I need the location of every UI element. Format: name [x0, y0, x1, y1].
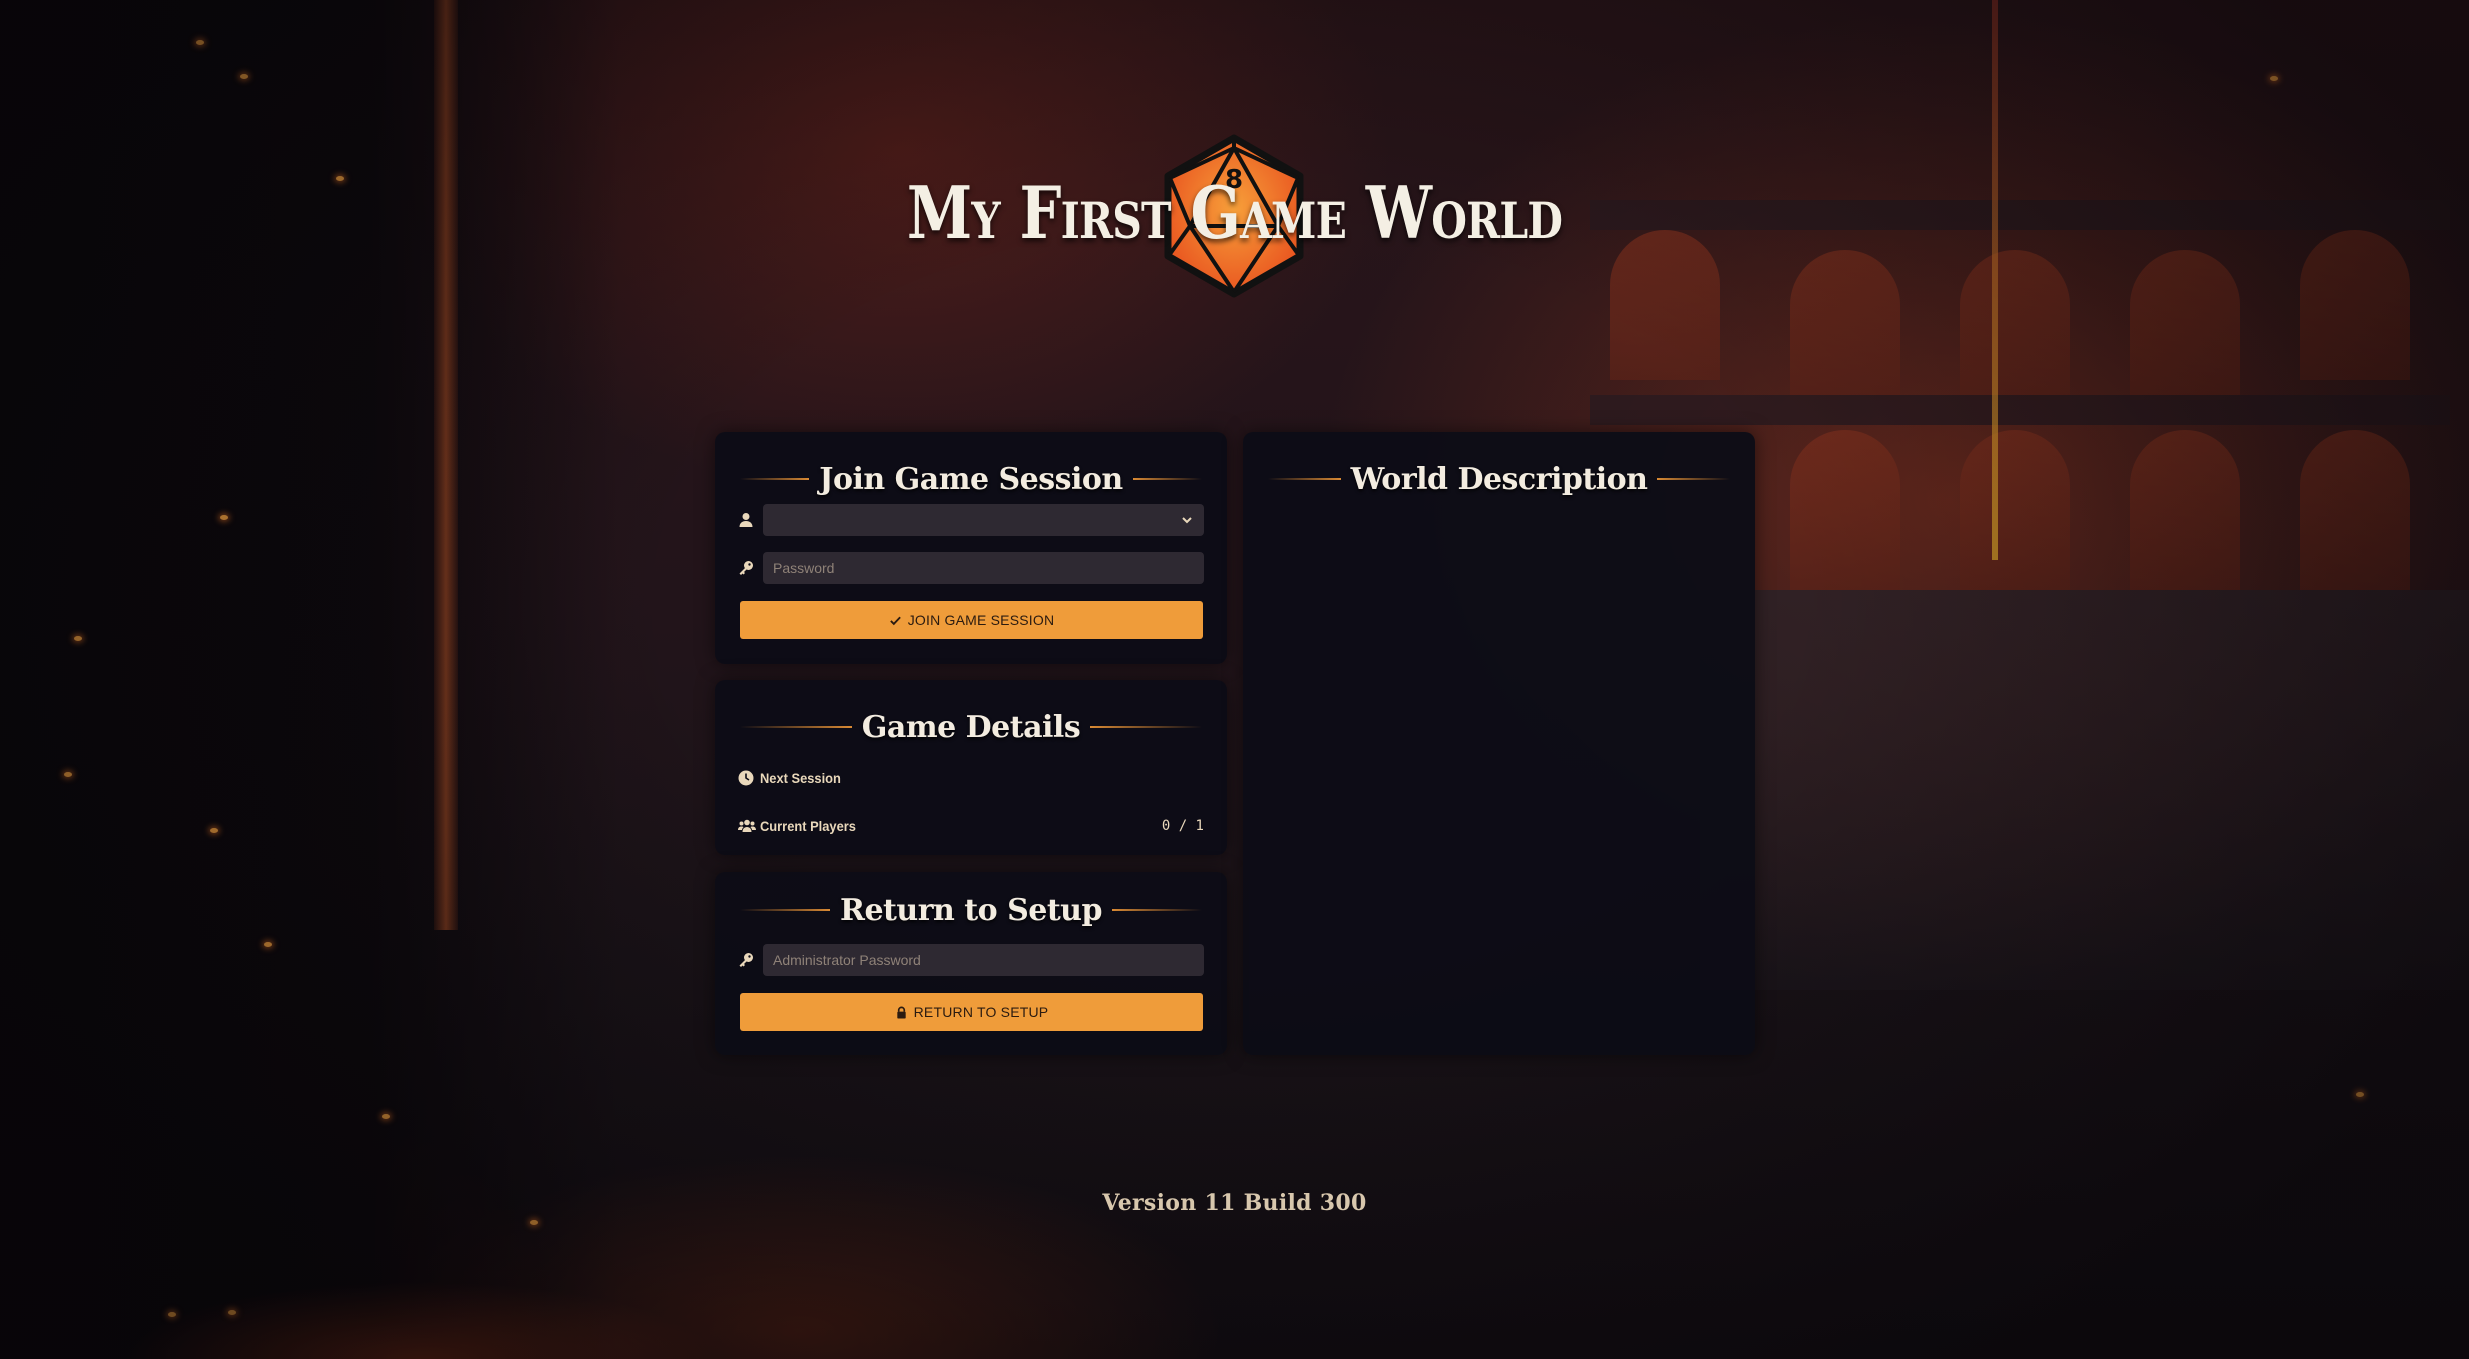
join-session-panel: Join Game Session JOIN GAME SESSION: [715, 432, 1227, 664]
clock-icon: [738, 770, 760, 786]
chevron-down-icon: [1182, 517, 1192, 524]
join-session-heading: Join Game Session: [740, 459, 1203, 499]
key-icon: [738, 944, 763, 976]
heading-rule-right: [1657, 478, 1731, 480]
password-input[interactable]: [763, 552, 1204, 584]
key-icon: [738, 552, 763, 584]
current-players-value: 0 / 1: [1161, 818, 1204, 834]
return-to-setup-title: Return to Setup: [840, 892, 1102, 928]
password-row: [738, 552, 1204, 584]
world-description-heading: World Description: [1268, 459, 1731, 499]
return-to-setup-button-label: RETURN TO SETUP: [913, 1004, 1049, 1020]
game-details-title: Game Details: [861, 709, 1081, 745]
heading-rule-left: [740, 909, 831, 911]
return-to-setup-panel: Return to Setup RETURN TO SETUP: [715, 872, 1227, 1055]
check-icon: [889, 616, 901, 625]
next-session-row: Next Session: [738, 767, 1204, 789]
heading-rule-right: [1132, 478, 1203, 480]
join-session-button[interactable]: JOIN GAME SESSION: [740, 601, 1203, 639]
heading-rule-left: [740, 478, 810, 480]
lock-icon: [896, 1006, 906, 1019]
admin-password-row: [738, 944, 1204, 976]
heading-rule-left: [1268, 478, 1341, 480]
world-title: My First Game World: [906, 170, 1563, 255]
user-select-row: [738, 504, 1204, 536]
join-session-button-label: JOIN GAME SESSION: [907, 612, 1055, 628]
current-players-row: Current Players 0 / 1: [738, 815, 1204, 837]
game-details-heading: Game Details: [740, 707, 1203, 747]
return-to-setup-heading: Return to Setup: [740, 890, 1202, 930]
user-select[interactable]: [763, 504, 1204, 536]
users-icon: [738, 818, 760, 834]
world-description-title: World Description: [1350, 461, 1648, 497]
next-session-label: Next Session: [760, 770, 841, 786]
heading-rule-left: [740, 726, 852, 728]
game-details-panel: Game Details Next Session Current Player…: [715, 680, 1227, 855]
user-icon: [738, 504, 763, 536]
world-description-panel: World Description: [1243, 432, 1755, 1055]
version-label: Version 11 Build 300: [1102, 1190, 1367, 1216]
return-to-setup-button[interactable]: RETURN TO SETUP: [740, 993, 1203, 1031]
join-session-title: Join Game Session: [819, 461, 1123, 497]
heading-rule-right: [1111, 909, 1202, 911]
heading-rule-right: [1090, 726, 1203, 728]
current-players-label: Current Players: [760, 818, 856, 834]
admin-password-input[interactable]: [763, 944, 1204, 976]
